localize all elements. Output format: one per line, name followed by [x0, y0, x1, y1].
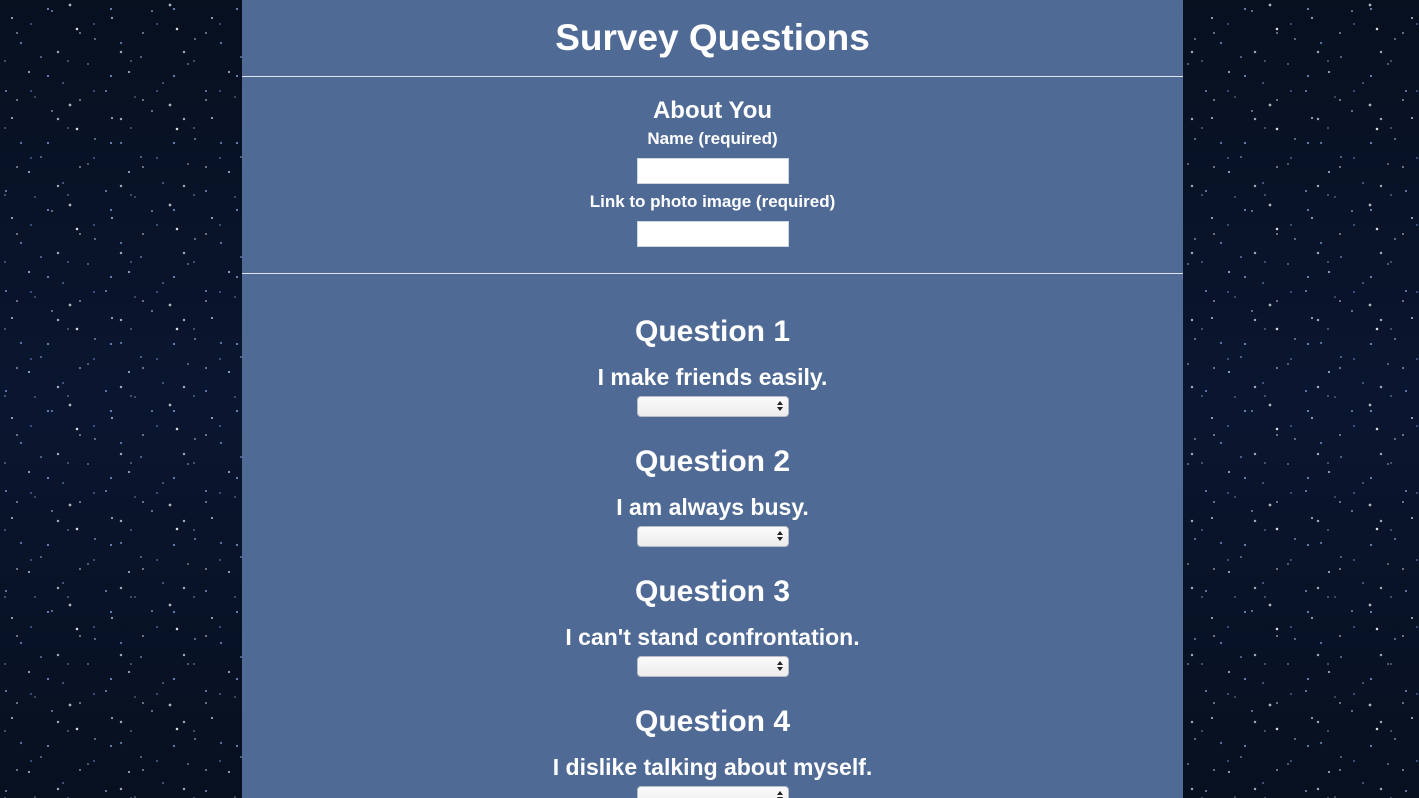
question-2: Question 2 I am always busy.: [242, 444, 1183, 574]
chevron-up-down-icon: [776, 660, 783, 673]
photo-link-label: Link to photo image (required): [589, 192, 836, 211]
question-3: Question 3 I can't stand confrontation.: [242, 574, 1183, 704]
chevron-up-down-icon: [776, 790, 783, 798]
chevron-up-down-icon: [776, 400, 783, 413]
question-heading: Question 2: [634, 445, 791, 478]
about-you-heading: About You: [652, 97, 773, 124]
survey-panel: Survey Questions About You Name (require…: [242, 0, 1183, 798]
question-text: I am always busy.: [616, 494, 809, 520]
question-1: Question 1 I make friends easily.: [242, 314, 1183, 444]
question-text: I make friends easily.: [597, 364, 828, 390]
name-input[interactable]: [636, 158, 789, 184]
question-1-select[interactable]: [636, 396, 789, 417]
name-label: Name (required): [647, 129, 778, 148]
questions-section: Question 1 I make friends easily. Questi…: [242, 274, 1183, 798]
question-2-select[interactable]: [636, 526, 789, 547]
question-heading: Question 3: [634, 575, 791, 608]
photo-link-input[interactable]: [636, 221, 789, 247]
about-you-section: About You Name (required) Link to photo …: [242, 77, 1183, 273]
question-4-select[interactable]: [636, 786, 789, 798]
question-text: I can't stand confrontation.: [565, 624, 860, 650]
chevron-up-down-icon: [776, 530, 783, 543]
page-title: Survey Questions: [555, 17, 870, 58]
question-4: Question 4 I dislike talking about mysel…: [242, 704, 1183, 798]
question-heading: Question 1: [634, 315, 791, 348]
question-3-select[interactable]: [636, 656, 789, 677]
question-heading: Question 4: [634, 705, 791, 738]
question-text: I dislike talking about myself.: [552, 754, 873, 780]
